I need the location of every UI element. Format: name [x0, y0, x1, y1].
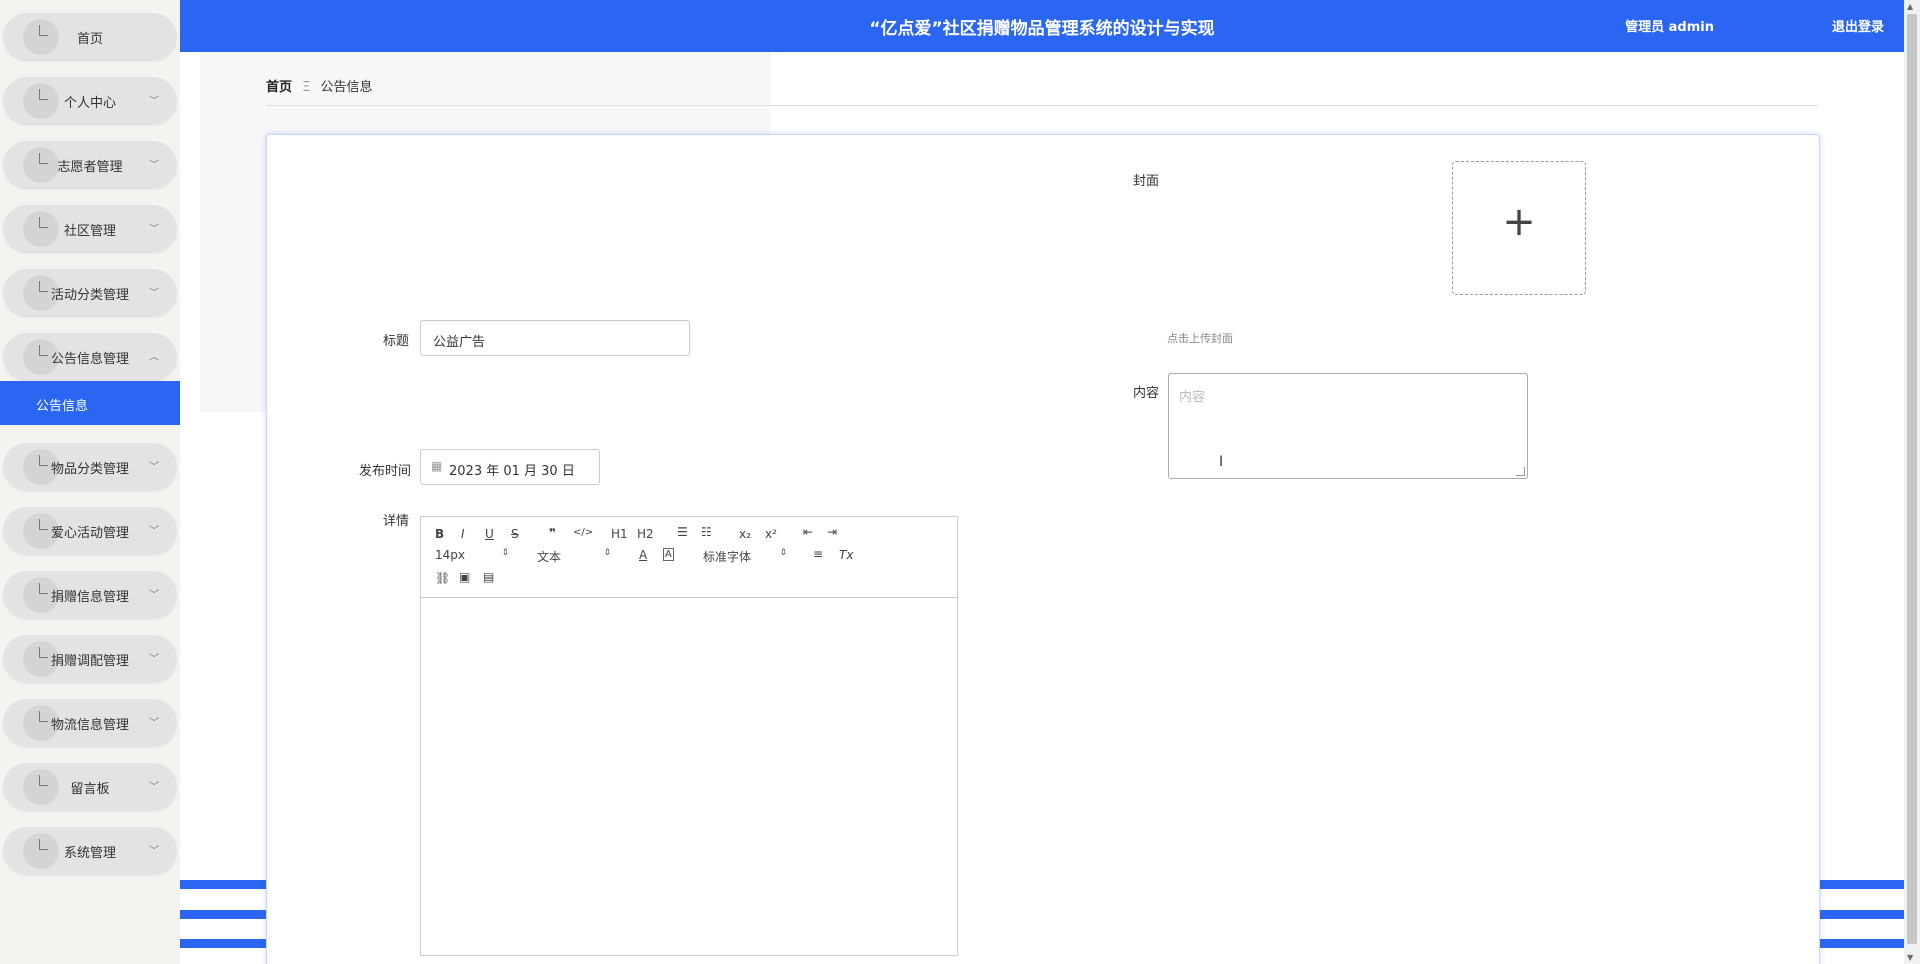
form-card: 标题 公益广告 封面 + 点击上传封面 内容 内容 I 发布时间 ▦ 2023 … [266, 134, 1820, 964]
sidebar-subitem-announcement-info[interactable]: 公告信息 [0, 381, 180, 425]
italic-button[interactable]: I [461, 527, 465, 541]
chevron-down-icon: ﹀ [149, 160, 159, 171]
sidebar-item-activity-category[interactable]: 活动分类管理 ﹀ [3, 269, 177, 317]
logout-link[interactable]: 退出登录 [1832, 16, 1884, 35]
clean-format-button[interactable]: Tx [839, 548, 853, 562]
sidebar-item-community[interactable]: 社区管理 ﹀ [3, 205, 177, 253]
sidebar: 首页 个人中心 ﹀ 志愿者管理 ﹀ 社区管理 ﹀ 活动分类管理 ﹀ 公告信息管理… [0, 0, 180, 964]
title-input[interactable]: 公益广告 [420, 320, 690, 356]
main-content: 首页 Ξ 公告信息 标题 公益广告 封面 + 点击上传封面 内容 内容 I 发布… [180, 52, 1904, 964]
sidebar-item-system[interactable]: 系统管理 ﹀ [3, 827, 177, 875]
header-select[interactable]: 文本 ⇕ [537, 548, 611, 564]
font-family-select[interactable]: 标准字体 ⇕ [703, 548, 787, 564]
font-family-value: 标准字体 [703, 550, 752, 564]
sidebar-item-message-board[interactable]: 留言板 ﹀ [3, 763, 177, 811]
content-placeholder: 内容 [1179, 390, 1206, 405]
cover-label: 封面 [1133, 174, 1160, 189]
breadcrumb-current: 公告信息 [320, 80, 373, 95]
editor-body[interactable] [421, 598, 957, 955]
chevron-down-icon: ﹀ [149, 782, 159, 793]
align-icon[interactable]: ≡ [813, 547, 823, 561]
bold-button[interactable]: B [435, 527, 444, 541]
sidebar-item-donation-allocation[interactable]: 捐赠调配管理 ﹀ [3, 635, 177, 683]
detail-label: 详情 [383, 514, 410, 529]
publish-time-label: 发布时间 [359, 464, 412, 479]
top-header: “亿点爱”社区捐赠物品管理系统的设计与实现 管理员 admin 退出登录 [180, 0, 1904, 52]
cover-upload-hint: 点击上传封面 [1167, 332, 1233, 345]
title-label: 标题 [383, 334, 410, 349]
text-cursor-icon: I [1219, 454, 1224, 470]
chevron-down-icon: ﹀ [149, 462, 159, 473]
video-icon[interactable]: ▤ [483, 570, 494, 584]
chevron-down-icon: ﹀ [149, 288, 159, 299]
calendar-icon: ▦ [431, 459, 443, 473]
select-arrow-icon: ⇕ [779, 548, 787, 558]
sidebar-item-label: 首页 [76, 32, 103, 47]
background-color-icon[interactable]: A [663, 548, 674, 561]
chevron-down-icon: ﹀ [149, 96, 159, 107]
bullet-list-icon[interactable]: ☷ [701, 525, 712, 539]
blockquote-button[interactable]: ❞ [549, 526, 556, 540]
select-arrow-icon: ⇕ [501, 548, 509, 558]
sidebar-item-goods-category[interactable]: 物品分类管理 ﹀ [3, 443, 177, 491]
sidebar-item-volunteer[interactable]: 志愿者管理 ﹀ [3, 141, 177, 189]
select-arrow-icon: ⇕ [603, 548, 611, 558]
resize-handle[interactable] [1516, 467, 1525, 476]
strike-button[interactable]: S [511, 527, 519, 541]
font-size-select[interactable]: 14px ⇕ [435, 548, 509, 562]
image-icon[interactable]: ▣ [459, 570, 470, 584]
scrollbar-thumb[interactable] [1907, 14, 1917, 944]
sidebar-subitem-label: 公告信息 [36, 399, 89, 414]
publish-time-picker[interactable]: ▦ 2023 年 01 月 30 日 [420, 449, 600, 485]
chevron-down-icon: ﹀ [149, 224, 159, 235]
sidebar-item-personal-center[interactable]: 个人中心 ﹀ [3, 77, 177, 125]
breadcrumb-home[interactable]: 首页 [266, 80, 292, 95]
chevron-down-icon: ﹀ [149, 846, 159, 857]
sidebar-item-announcement[interactable]: 公告信息管理 ︿ [3, 333, 177, 381]
chevron-down-icon: ﹀ [149, 654, 159, 665]
superscript-button[interactable]: x² [765, 527, 777, 541]
cover-upload[interactable]: + [1452, 161, 1586, 295]
h2-button[interactable]: H2 [637, 527, 654, 541]
content-label: 内容 [1133, 386, 1160, 401]
rich-text-editor: B I U S ❞ </> H1 H2 ☰ ☷ x₂ x² ⇤ ⇥ 14px ⇕ [420, 516, 958, 956]
header-select-value: 文本 [537, 550, 562, 564]
current-user: 管理员 admin [1625, 20, 1714, 35]
publish-time-value: 2023 年 01 月 30 日 [449, 464, 575, 479]
indent-icon[interactable]: ⇥ [827, 525, 837, 539]
subscript-button[interactable]: x₂ [739, 527, 751, 541]
chevron-down-icon: ﹀ [149, 718, 159, 729]
breadcrumb: 首页 Ξ 公告信息 [266, 76, 373, 95]
editor-toolbar: B I U S ❞ </> H1 H2 ☰ ☷ x₂ x² ⇤ ⇥ 14px ⇕ [421, 517, 957, 598]
vertical-scrollbar[interactable]: ▲ ▼ [1904, 0, 1920, 964]
scroll-up-icon[interactable]: ▲ [1907, 2, 1913, 11]
sidebar-item-home[interactable]: 首页 [3, 13, 177, 61]
sidebar-item-charity-activity[interactable]: 爱心活动管理 ﹀ [3, 507, 177, 555]
divider [266, 105, 1818, 106]
scroll-down-icon[interactable]: ▼ [1907, 953, 1913, 962]
ordered-list-icon[interactable]: ☰ [677, 525, 688, 539]
font-color-icon[interactable]: A [639, 548, 647, 562]
chevron-down-icon: ﹀ [149, 590, 159, 601]
content-textarea[interactable]: 内容 I [1168, 373, 1528, 479]
link-icon[interactable]: ⛓ [435, 571, 450, 585]
sidebar-item-donation-info[interactable]: 捐赠信息管理 ﹀ [3, 571, 177, 619]
sidebar-item-logistics[interactable]: 物流信息管理 ﹀ [3, 699, 177, 747]
chevron-up-icon: ︿ [149, 352, 159, 363]
font-size-value: 14px [435, 548, 465, 562]
underline-button[interactable]: U [485, 527, 494, 541]
outdent-icon[interactable]: ⇤ [803, 525, 813, 539]
code-block-button[interactable]: </> [573, 527, 593, 538]
plus-icon: + [1502, 199, 1536, 245]
h1-button[interactable]: H1 [611, 527, 628, 541]
chevron-down-icon: ﹀ [149, 526, 159, 537]
title-input-value: 公益广告 [433, 335, 486, 350]
breadcrumb-separator-icon: Ξ [302, 80, 311, 95]
